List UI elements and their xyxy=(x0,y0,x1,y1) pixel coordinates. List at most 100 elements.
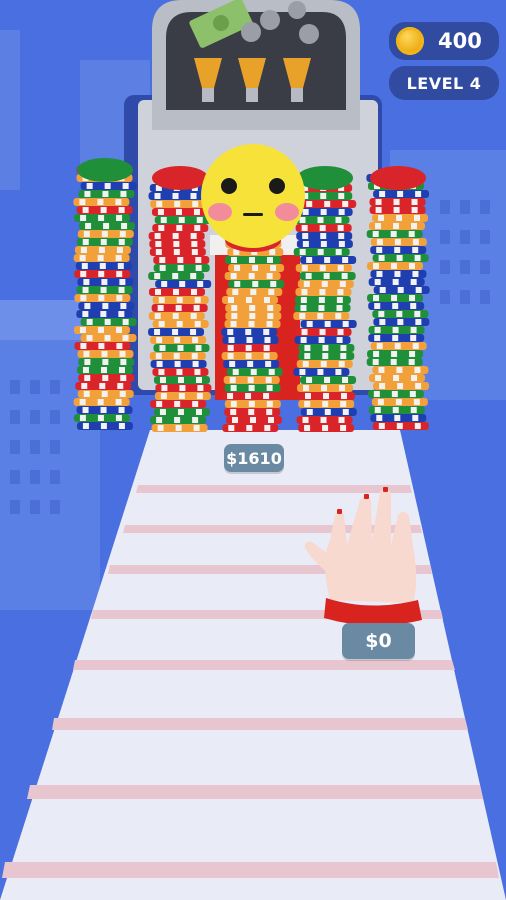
chip-stripe xyxy=(303,281,310,287)
chip-stripe xyxy=(190,273,197,279)
chip-stripe xyxy=(410,279,417,285)
chip-stripe xyxy=(100,311,107,317)
chip-stripe xyxy=(266,257,273,263)
chip-stripe xyxy=(322,345,329,351)
chip-stripe xyxy=(414,311,421,317)
lightbulb-icon xyxy=(194,58,311,102)
chip-stripe xyxy=(337,265,344,271)
chip-stripe xyxy=(318,297,325,303)
chip-stripe xyxy=(193,305,200,311)
chip-stripe xyxy=(410,335,417,341)
chip-stripe xyxy=(266,385,273,391)
chip-stripe xyxy=(392,407,399,413)
level-label: LEVEL 4 xyxy=(406,73,482,93)
chip-stripe xyxy=(160,393,167,399)
chip-stripe xyxy=(120,303,127,309)
chip-stripe xyxy=(306,321,313,327)
chip-stripe xyxy=(302,209,309,215)
chip-stripe xyxy=(157,425,164,431)
chip-stripe xyxy=(320,417,327,423)
chip-stripe xyxy=(195,377,202,383)
chip-stripe xyxy=(394,239,401,245)
chip-stripe xyxy=(178,217,185,223)
chip-stripe xyxy=(378,311,385,317)
chip-stripe xyxy=(395,399,402,405)
chip-stripe xyxy=(299,369,306,375)
chip-stripe xyxy=(82,407,89,413)
coin-count: 400 xyxy=(438,29,482,53)
hand-money-tag: $0 xyxy=(342,623,415,659)
chip-stripe xyxy=(394,343,401,349)
chip-stripe xyxy=(340,425,347,431)
chip-stripe xyxy=(98,343,105,349)
stack-total-tag: $1610 xyxy=(224,444,284,472)
chip-stripe xyxy=(232,289,239,295)
chip-stripe xyxy=(299,313,306,319)
chip-stripe xyxy=(118,207,125,213)
chip-stripe xyxy=(414,423,421,429)
chip-stripe xyxy=(158,225,165,231)
chip-stripe xyxy=(196,217,203,223)
chip-stripe xyxy=(155,289,162,295)
chip-stripe xyxy=(302,233,309,239)
chip-stripe xyxy=(172,233,179,239)
chip-stripe xyxy=(173,289,180,295)
chip-stripe xyxy=(115,327,122,333)
chip-stripe xyxy=(190,193,197,199)
chip-stripe xyxy=(80,215,87,221)
chip-stripe xyxy=(396,311,403,317)
chip-stripe xyxy=(190,313,197,319)
chip-stripe xyxy=(104,335,111,341)
chip-stripe xyxy=(372,231,379,237)
chip-stripe xyxy=(97,327,104,333)
chip-stripe xyxy=(339,385,346,391)
chip-stack-top xyxy=(297,166,353,190)
chip-stripe xyxy=(391,351,398,357)
chip-stripe xyxy=(337,289,344,295)
chip-stripe xyxy=(267,305,274,311)
chip-stripe xyxy=(174,201,181,207)
chip-stripe xyxy=(264,425,271,431)
coin-counter: 400 xyxy=(389,22,499,60)
chip-stripe xyxy=(231,417,238,423)
chip-stripe xyxy=(115,255,122,261)
chip-stripe xyxy=(319,265,326,271)
chip-stripe xyxy=(392,279,399,285)
chip-stripe xyxy=(195,409,202,415)
chip-stripe xyxy=(411,375,418,381)
chip-stripe xyxy=(378,215,385,221)
chip-stack-top xyxy=(370,166,426,190)
chip-stripe xyxy=(248,257,255,263)
chip-stripe xyxy=(173,249,180,255)
chip-stripe xyxy=(84,303,91,309)
chip-stripe xyxy=(119,391,126,397)
chip-stripe xyxy=(376,239,383,245)
chip-stripe xyxy=(174,361,181,367)
chip-stripe xyxy=(84,191,91,197)
chip-stripe xyxy=(194,369,201,375)
chip-stripe xyxy=(102,191,109,197)
chip-stripe xyxy=(101,279,108,285)
chip-stripe xyxy=(122,319,129,325)
chip-stripe xyxy=(176,321,183,327)
chip-stripe xyxy=(266,401,273,407)
chip-stripe xyxy=(317,313,324,319)
chip-stripe xyxy=(79,255,86,261)
chip-stripe xyxy=(194,225,201,231)
chip-stripe xyxy=(245,393,252,399)
chip-stripe xyxy=(302,241,309,247)
chip-stripe xyxy=(118,287,125,293)
chip-stripe xyxy=(412,239,419,245)
chip-stripe xyxy=(379,383,386,389)
chip-stripe xyxy=(375,207,382,213)
chip-stripe xyxy=(266,273,273,279)
chip-stripe xyxy=(83,351,90,357)
chip-stripe xyxy=(86,183,93,189)
chip-stripe xyxy=(336,297,343,303)
chip-stack-top xyxy=(152,166,208,190)
chip-stripe xyxy=(413,399,420,405)
chip-stripe xyxy=(120,359,127,365)
chip-stripe xyxy=(175,209,182,215)
chip-stripe xyxy=(265,361,272,367)
chip-stripe xyxy=(321,281,328,287)
